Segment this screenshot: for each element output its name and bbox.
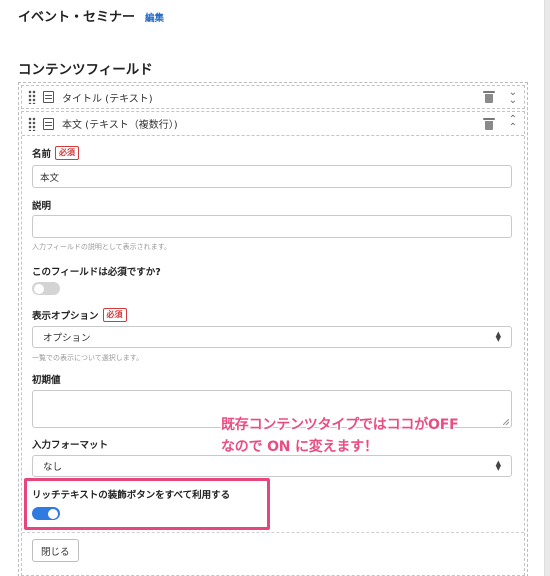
name-label: 名前 — [32, 149, 52, 160]
field-row-body[interactable]: 本文 (テキスト（複数行）) ⌃ ⌃ — [22, 112, 524, 136]
select-arrows-icon: ▲ ▼ — [495, 459, 501, 472]
display-option-help: 一覧での表示について選択します。 — [32, 354, 144, 362]
input-format-value: なし — [43, 462, 63, 473]
input-format-select[interactable]: なし ▲ ▼ — [32, 455, 512, 477]
edit-link[interactable]: 編集 — [145, 10, 164, 24]
highlight-box — [24, 478, 270, 530]
name-input[interactable]: 本文 — [32, 165, 512, 188]
chevron-down-icon[interactable]: ⌄ ⌄ — [508, 88, 518, 106]
display-option-label-row: 表示オプション 必須 — [32, 308, 127, 322]
chevron-up-icon[interactable]: ⌃ ⌃ — [508, 114, 518, 132]
drag-handle-icon[interactable] — [28, 116, 36, 131]
description-label: 説明 — [32, 201, 52, 212]
window-right-edge — [544, 0, 550, 576]
text-field-icon — [43, 117, 54, 130]
field-label: 本文 (テキスト（複数行）) — [62, 120, 178, 131]
section-title: コンテンツフィールド — [18, 62, 153, 78]
description-help: 入力フィールドの説明として表示されます。 — [32, 243, 171, 251]
page-header: イベント・セミナー 編集 — [18, 6, 164, 25]
description-input[interactable] — [32, 215, 512, 238]
text-field-icon — [43, 91, 54, 103]
input-format-label: 入力フォーマット — [32, 440, 109, 451]
resize-grip-icon[interactable] — [503, 419, 509, 425]
initial-value-label: 初期値 — [32, 375, 61, 386]
required-badge: 必須 — [102, 308, 127, 322]
required-toggle[interactable] — [32, 282, 60, 295]
toggle-knob — [34, 283, 44, 294]
field-label: タイトル (テキスト) — [62, 93, 153, 105]
display-option-select[interactable]: オプション ▲ ▼ — [32, 326, 512, 348]
display-option-value: オプション — [43, 333, 91, 344]
annotation-line-1: 既存コンテンツタイプではココがOFF — [221, 417, 459, 433]
annotation-line-2: なので ON に変えます！ — [221, 439, 378, 455]
footer-divider — [22, 532, 524, 533]
select-arrows-icon: ▲ ▼ — [495, 330, 501, 343]
drag-handle-icon[interactable] — [28, 90, 36, 104]
page-title: イベント・セミナー — [18, 10, 136, 25]
required-question-label: このフィールドは必須ですか? — [32, 267, 161, 278]
close-button[interactable]: 閉じる — [32, 539, 79, 562]
required-badge: 必須 — [55, 146, 80, 160]
trash-icon[interactable] — [483, 91, 495, 103]
field-row-title[interactable]: タイトル (テキスト) ⌄ ⌄ — [21, 85, 525, 109]
annotation-callout: 既存コンテンツタイプではココがOFF なので ON に変えます！ — [221, 414, 459, 458]
display-option-label: 表示オプション — [32, 311, 99, 322]
name-label-row: 名前 必須 — [32, 146, 80, 160]
trash-icon[interactable] — [483, 117, 495, 130]
